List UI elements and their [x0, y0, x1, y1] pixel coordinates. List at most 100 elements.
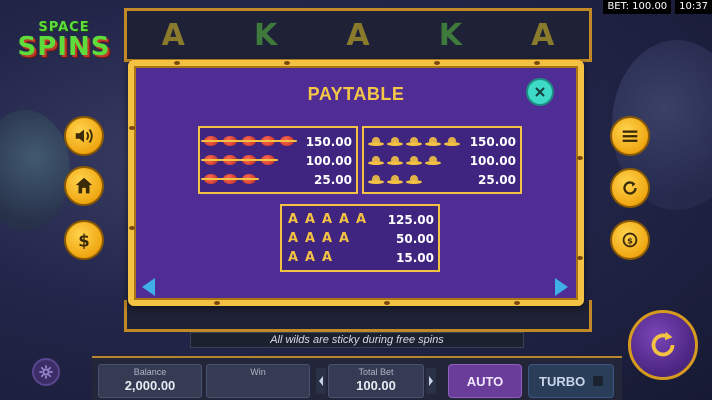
ufo-icon [425, 155, 441, 166]
next-page-arrow[interactable] [555, 278, 568, 296]
menu-icon [622, 130, 638, 142]
a-symbol-icon: A [287, 211, 299, 227]
paytable-title: PAYTABLE [307, 84, 405, 104]
symbol-group [368, 136, 460, 147]
planet-icon [258, 135, 278, 148]
total-bet-label: Total Bet [358, 367, 394, 377]
planet-icon [220, 135, 240, 148]
ufo-icon [368, 136, 384, 147]
balance-label: Balance [133, 367, 167, 377]
home-icon [75, 177, 93, 194]
reel-symbol: K [438, 17, 462, 53]
a-symbol-icon: A [304, 211, 316, 227]
ufo-icon [368, 174, 384, 185]
svg-text:$: $ [627, 236, 633, 246]
planet-icon [201, 135, 221, 148]
turbo-button[interactable]: TURBO [528, 364, 614, 398]
reel-symbol: A [161, 17, 185, 53]
symbol-group: AAAAA [286, 211, 368, 227]
paytable-box-ufo: 150.00 100.00 25.00 [362, 126, 522, 194]
ufo-icon [387, 136, 403, 147]
planet-icon [239, 135, 259, 148]
spin-arrow-icon [651, 331, 675, 357]
refresh-icon [623, 181, 637, 195]
planet-icon [201, 173, 221, 186]
symbol-group: AAAA [286, 230, 351, 246]
a-symbol-icon: A [287, 230, 299, 246]
symbol-group [201, 154, 278, 167]
bet-increase-button[interactable] [426, 368, 436, 394]
home-button[interactable] [64, 166, 104, 206]
game-logo: SPACE SPINS [14, 20, 114, 64]
coin-refresh-button[interactable]: $ [610, 220, 650, 260]
reel-symbol: A [531, 17, 555, 53]
pay-row: AAAAA 125.00 [286, 210, 434, 229]
turbo-toggle-icon [593, 376, 604, 386]
speaker-icon [75, 129, 93, 143]
symbol-group [201, 173, 259, 186]
pay-row: 150.00 [201, 132, 352, 151]
bet-button[interactable]: $ [64, 220, 104, 260]
ufo-icon [406, 155, 422, 166]
ufo-icon [444, 136, 460, 147]
status-bar: BET: 100.00 10:37 [603, 0, 712, 14]
ufo-icon [425, 136, 441, 147]
replay-button[interactable] [610, 168, 650, 208]
balance-value: 2,000.00 [124, 378, 176, 393]
gear-icon [39, 365, 53, 379]
win-display: Win [206, 364, 310, 398]
pay-row: 25.00 [201, 170, 352, 189]
balance-display: Balance 2,000.00 [98, 364, 202, 398]
a-symbol-icon: A [338, 230, 350, 246]
win-label: Win [250, 367, 266, 377]
symbol-group [201, 135, 297, 148]
payout-value: 125.00 [387, 212, 434, 227]
a-symbol-icon: A [304, 230, 316, 246]
pay-row: 100.00 [201, 151, 352, 170]
ufo-icon [406, 136, 422, 147]
pay-row: 150.00 [368, 132, 516, 151]
prev-page-arrow[interactable] [142, 278, 155, 296]
reel-symbol: K [253, 17, 278, 53]
planet-icon [277, 135, 297, 148]
coin-cycle-icon: $ [622, 232, 638, 248]
symbol-group: AAA [286, 249, 334, 265]
pay-row: AAA 15.00 [286, 248, 434, 267]
payout-value: 15.00 [396, 250, 434, 265]
a-symbol-icon: A [338, 211, 350, 227]
planet-icon [239, 173, 259, 186]
close-button[interactable] [526, 78, 554, 106]
paytable-box-planet: 150.00 100.00 25.00 [198, 126, 358, 194]
bet-decrease-button[interactable] [316, 368, 326, 394]
info-banner: All wilds are sticky during free spins [190, 332, 524, 348]
bottom-bar: Balance 2,000.00 Win Total Bet 100.00 AU… [92, 356, 622, 400]
payout-value: 100.00 [305, 153, 352, 168]
paytable-modal: PAYTABLE 150.00 100.00 25.00 150.00 100.… [128, 60, 584, 306]
symbol-group [368, 174, 422, 185]
payout-value: 100.00 [469, 153, 516, 168]
menu-button[interactable] [610, 116, 650, 156]
turbo-label: TURBO [539, 373, 586, 389]
planet-decoration-left [0, 110, 70, 230]
total-bet-display: Total Bet 100.00 [328, 364, 424, 398]
sound-button[interactable] [64, 116, 104, 156]
pay-row: AAAA 50.00 [286, 229, 434, 248]
settings-button[interactable] [32, 358, 60, 386]
payout-value: 50.00 [396, 231, 434, 246]
spin-button[interactable] [628, 310, 698, 380]
a-symbol-icon: A [304, 249, 316, 265]
close-icon [535, 87, 545, 97]
a-symbol-icon: A [321, 249, 333, 265]
a-symbol-icon: A [355, 211, 367, 227]
chevron-right-icon [429, 376, 433, 386]
paytable-box-a: AAAAA 125.00 AAAA 50.00 AAA 15.00 [280, 204, 440, 272]
ufo-icon [368, 155, 384, 166]
logo-line-2: SPINS [17, 32, 111, 62]
planet-icon [201, 154, 221, 167]
reel-strip-top: A K A K A [124, 8, 592, 62]
a-symbol-icon: A [321, 230, 333, 246]
payout-value: 150.00 [469, 134, 516, 149]
payout-value: 25.00 [314, 172, 352, 187]
planet-icon [239, 154, 259, 167]
auto-button[interactable]: AUTO [448, 364, 522, 398]
